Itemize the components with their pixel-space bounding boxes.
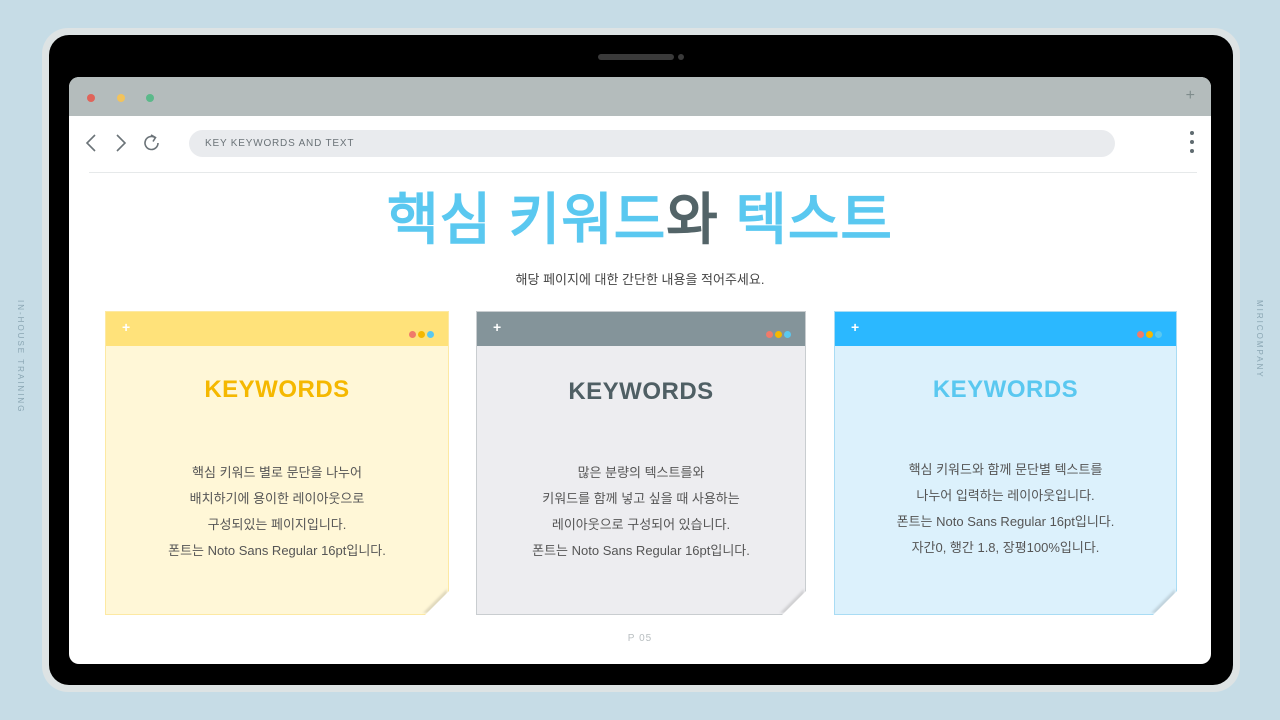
card-window-dots	[407, 325, 434, 338]
card-line: 구성되있는 페이지입니다.	[207, 517, 347, 532]
card-line: 폰트는 Noto Sans Regular 16pt입니다.	[896, 514, 1115, 529]
card-body: 핵심 키워드와 함께 문단별 텍스트를 나누어 입력하는 레이아웃입니다. 폰트…	[835, 457, 1176, 561]
side-label-right: MIRICOMPANY	[1255, 300, 1264, 379]
card-line: 배치하기에 용이한 레이아웃으로	[189, 491, 365, 506]
title-text-word: 텍스트	[735, 188, 893, 251]
camera-icon	[678, 54, 684, 60]
back-arrow-icon[interactable]	[81, 132, 103, 154]
card-header: +	[106, 312, 448, 346]
plus-icon: +	[122, 319, 131, 335]
card-line: 레이아웃으로 구성되어 있습니다.	[551, 517, 731, 532]
card-title: KEYWORDS	[932, 376, 1079, 403]
screen: + KEY KEYWORDS AND TEXT 핵심 키워드와 텍스트 해당 페…	[69, 77, 1211, 664]
plus-icon: +	[851, 319, 860, 335]
toolbar-divider	[89, 172, 1197, 173]
browser-titlebar: +	[69, 77, 1211, 116]
plus-icon: +	[493, 319, 502, 335]
title-connector-text: 와	[666, 188, 719, 251]
address-text: KEY KEYWORDS AND TEXT	[205, 138, 355, 149]
card-line: 자간0, 행간 1.8, 장평100%입니다.	[911, 540, 1100, 555]
speaker-grille	[598, 54, 674, 60]
card-body: 많은 분량의 텍스트를와 키워드를 함께 넣고 싶을 때 사용하는 레이아웃으로…	[477, 460, 805, 564]
card-line: 키워드를 함께 넣고 싶을 때 사용하는	[542, 491, 740, 506]
keyword-card-blue: + KEYWORDS 핵심 키워드와 함께 문단별 텍스트를 나누어 입력하는 …	[834, 311, 1177, 615]
close-window-button[interactable]	[87, 94, 95, 102]
card-line: 폰트는 Noto Sans Regular 16pt입니다.	[532, 543, 750, 558]
card-line: 많은 분량의 텍스트를와	[577, 465, 705, 480]
card-window-dots	[764, 325, 791, 338]
page-number: P 05	[627, 633, 653, 644]
keyword-card-gray: + KEYWORDS 많은 분량의 텍스트를와 키워드를 함께 넣고 싶을 때 …	[476, 311, 806, 615]
refresh-icon[interactable]	[141, 132, 163, 154]
address-bar[interactable]: KEY KEYWORDS AND TEXT	[189, 130, 1115, 157]
card-title: KEYWORDS	[204, 376, 350, 403]
keyword-card-yellow: + KEYWORDS 핵심 키워드 별로 문단을 나누어 배치하기에 용이한 레…	[105, 311, 449, 615]
card-header: +	[477, 312, 805, 346]
card-window-dots	[1135, 325, 1162, 338]
card-line: 핵심 키워드와 함께 문단별 텍스트를	[908, 462, 1103, 477]
card-line: 나누어 입력하는 레이아웃입니다.	[916, 488, 1095, 503]
card-line: 핵심 키워드 별로 문단을 나누어	[192, 465, 362, 480]
page-fold-corner	[782, 591, 806, 615]
maximize-window-button[interactable]	[146, 94, 154, 102]
title-keyword-text: 핵심 키워드	[387, 188, 667, 251]
page-fold-corner	[1153, 591, 1177, 615]
page-title: 핵심 키워드와 텍스트	[69, 187, 1211, 253]
card-title: KEYWORDS	[568, 378, 714, 405]
side-label-left: IN-HOUSE TRAINING	[16, 300, 25, 414]
new-tab-button[interactable]: +	[1186, 87, 1195, 105]
forward-arrow-icon[interactable]	[109, 132, 131, 154]
page-subtitle: 해당 페이지에 대한 간단한 내용을 적어주세요.	[515, 272, 765, 287]
browser-toolbar: KEY KEYWORDS AND TEXT	[69, 116, 1211, 172]
card-body: 핵심 키워드 별로 문단을 나누어 배치하기에 용이한 레이아웃으로 구성되있는…	[106, 460, 448, 564]
card-header: +	[835, 312, 1176, 346]
minimize-window-button[interactable]	[117, 94, 125, 102]
card-line: 폰트는 Noto Sans Regular 16pt입니다.	[168, 543, 386, 558]
more-vertical-icon[interactable]	[1189, 131, 1195, 157]
page-fold-corner	[425, 591, 449, 615]
